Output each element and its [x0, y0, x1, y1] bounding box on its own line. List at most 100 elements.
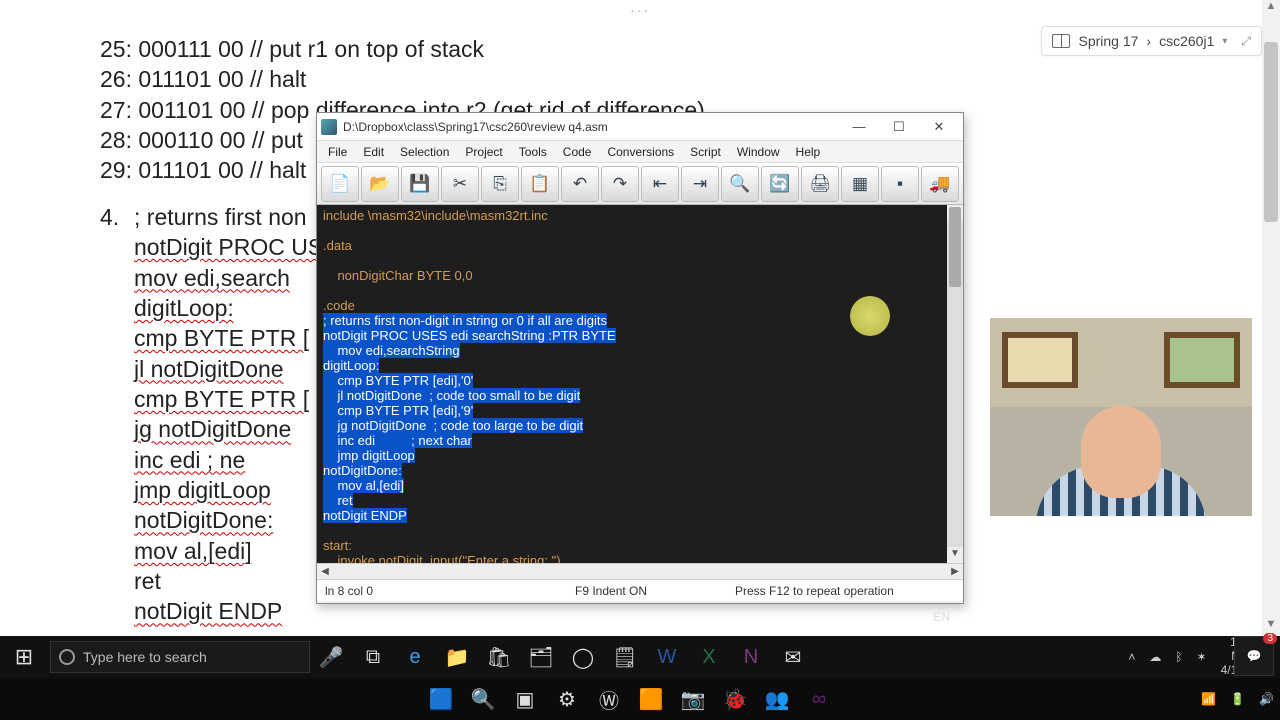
taskbar-app-store[interactable]: 🛍: [478, 636, 520, 678]
doc-line: cmp BYTE PTR [: [134, 323, 323, 353]
undo-button[interactable]: ↶: [561, 166, 599, 202]
webcam-overlay: [990, 318, 1252, 516]
window-title: D:\Dropbox\class\Spring17\csc260\review …: [343, 120, 839, 134]
tray-show-hidden-icon[interactable]: ˄: [1128, 650, 1135, 664]
tray-onedrive-icon[interactable]: ☁: [1149, 650, 1161, 664]
editor-window: D:\Dropbox\class\Spring17\csc260\review …: [316, 112, 964, 604]
menu-code[interactable]: Code: [556, 143, 599, 161]
window-overflow-dots[interactable]: ···: [0, 0, 1280, 20]
redo-button[interactable]: ↷: [601, 166, 639, 202]
action-center-button[interactable]: 💬3: [1234, 636, 1274, 676]
notification-badge: 3: [1263, 633, 1277, 644]
tray-volume-icon[interactable]: 🔊: [1259, 692, 1274, 706]
taskbar-running-app[interactable]: 📷: [672, 678, 714, 720]
start-button[interactable]: ⊞: [0, 636, 48, 678]
menubar: File Edit Selection Project Tools Code C…: [317, 141, 963, 163]
tile-button[interactable]: ▦: [841, 166, 879, 202]
console-button[interactable]: ▪: [881, 166, 919, 202]
code-line: invoke notDigit, input("Enter a string: …: [323, 553, 561, 563]
page-scrollbar[interactable]: ▲ ▼: [1262, 0, 1280, 636]
scroll-thumb[interactable]: [949, 207, 961, 287]
doc-line: cmp BYTE PTR [: [134, 384, 323, 414]
cut-button[interactable]: ✂: [441, 166, 479, 202]
task-view-icon[interactable]: ⧉: [352, 636, 394, 678]
code-line-selected: digitLoop:: [323, 358, 379, 373]
menu-conversions[interactable]: Conversions: [600, 143, 681, 161]
minimize-button[interactable]: —: [839, 114, 879, 140]
new-button[interactable]: 📄: [321, 166, 359, 202]
taskbar-app-word[interactable]: W: [646, 636, 688, 678]
taskbar-running-app[interactable]: Ⓦ: [588, 678, 630, 720]
maximize-button[interactable]: ☐: [879, 114, 919, 140]
scroll-thumb[interactable]: [1264, 42, 1278, 222]
code-line: include \masm32\include\masm32rt.inc: [323, 208, 548, 223]
menu-edit[interactable]: Edit: [356, 143, 391, 161]
menu-help[interactable]: Help: [789, 143, 828, 161]
tray-app-icon[interactable]: ✶: [1197, 650, 1207, 664]
taskbar-app-explorer[interactable]: 📁: [436, 636, 478, 678]
taskbar-running-app[interactable]: 🐞: [714, 678, 756, 720]
taskbar-running-app[interactable]: ∞: [798, 678, 840, 720]
notebook-breadcrumb[interactable]: Spring 17 › csc260j1 ▾ ⤢: [1041, 26, 1262, 56]
doc-line: ret: [134, 566, 323, 596]
taskbar-app-notes[interactable]: 🗒: [604, 636, 646, 678]
tray-bluetooth-icon[interactable]: ᛒ: [1175, 650, 1182, 664]
toolbar: 📄 📂 💾 ✂ ⎘ 📋 ↶ ↷ ⇤ ⇥ 🔍 🔄 🖨 ▦ ▪ 🚚: [317, 163, 963, 205]
titlebar[interactable]: D:\Dropbox\class\Spring17\csc260\review …: [317, 113, 963, 141]
menu-window[interactable]: Window: [730, 143, 787, 161]
taskbar-app-files[interactable]: 🗂: [520, 636, 562, 678]
scroll-right-arrow[interactable]: ▶: [947, 564, 963, 579]
taskbar-running-app[interactable]: 🟦: [420, 678, 462, 720]
code-line-selected: jg notDigitDone ; code too large to be d…: [323, 418, 583, 433]
taskbar-running-app[interactable]: 🔍: [462, 678, 504, 720]
chevron-down-icon[interactable]: ▾: [1222, 36, 1227, 47]
open-button[interactable]: 📂: [361, 166, 399, 202]
taskbar-running-app[interactable]: 👥: [756, 678, 798, 720]
code-line: .code: [323, 298, 355, 313]
taskbar-running-app[interactable]: 🟧: [630, 678, 672, 720]
menu-project[interactable]: Project: [458, 143, 509, 161]
code-line-selected: ; returns first non-digit in string or 0…: [323, 313, 607, 328]
paste-button[interactable]: 📋: [521, 166, 559, 202]
taskbar-search[interactable]: Type here to search: [50, 641, 310, 673]
tray-power-icon[interactable]: 🔋: [1230, 692, 1245, 706]
breadcrumb-leaf: csc260j1: [1159, 33, 1214, 49]
editor-vscrollbar[interactable]: ▲ ▼: [947, 205, 963, 563]
cursor-highlight: [850, 296, 890, 336]
taskbar-app-chrome[interactable]: ◯: [562, 636, 604, 678]
menu-tools[interactable]: Tools: [512, 143, 554, 161]
taskbar-running-app[interactable]: ⚙: [546, 678, 588, 720]
taskbar-running-app[interactable]: ▣: [504, 678, 546, 720]
cortana-mic-icon[interactable]: 🎤: [310, 636, 352, 678]
indent-out-button[interactable]: ⇥: [681, 166, 719, 202]
code-line-selected: cmp BYTE PTR [edi],'0': [323, 373, 473, 388]
deploy-button[interactable]: 🚚: [921, 166, 959, 202]
menu-file[interactable]: File: [321, 143, 354, 161]
scroll-up-arrow[interactable]: ▲: [1262, 0, 1280, 18]
close-button[interactable]: ✕: [919, 114, 959, 140]
fullscreen-icon[interactable]: ⤢: [1241, 34, 1251, 49]
doc-line: jl notDigitDone: [134, 354, 323, 384]
taskbar-app-ie[interactable]: e: [394, 636, 436, 678]
refresh-button[interactable]: 🔄: [761, 166, 799, 202]
search-icon: [59, 649, 75, 665]
code-editor[interactable]: include \masm32\include\masm32rt.inc .da…: [317, 205, 963, 563]
indent-in-button[interactable]: ⇤: [641, 166, 679, 202]
save-button[interactable]: 💾: [401, 166, 439, 202]
code-line-selected: jmp digitLoop: [323, 448, 415, 463]
taskbar-app-excel[interactable]: X: [688, 636, 730, 678]
print-button[interactable]: 🖨: [801, 166, 839, 202]
taskbar-app-onenote[interactable]: N: [730, 636, 772, 678]
tray-network-icon[interactable]: 📶: [1201, 692, 1216, 706]
question-number: 4.: [100, 202, 134, 627]
taskbar-app-mail[interactable]: ✉: [772, 636, 814, 678]
scroll-down-arrow[interactable]: ▼: [947, 547, 963, 563]
menu-script[interactable]: Script: [683, 143, 728, 161]
menu-selection[interactable]: Selection: [393, 143, 456, 161]
editor-hscrollbar[interactable]: ◀ ▶: [317, 563, 963, 579]
scroll-left-arrow[interactable]: ◀: [317, 564, 333, 579]
copy-button[interactable]: ⎘: [481, 166, 519, 202]
language-indicator[interactable]: EN: [933, 610, 950, 624]
find-button[interactable]: 🔍: [721, 166, 759, 202]
picture-frame-icon: [1164, 332, 1240, 388]
